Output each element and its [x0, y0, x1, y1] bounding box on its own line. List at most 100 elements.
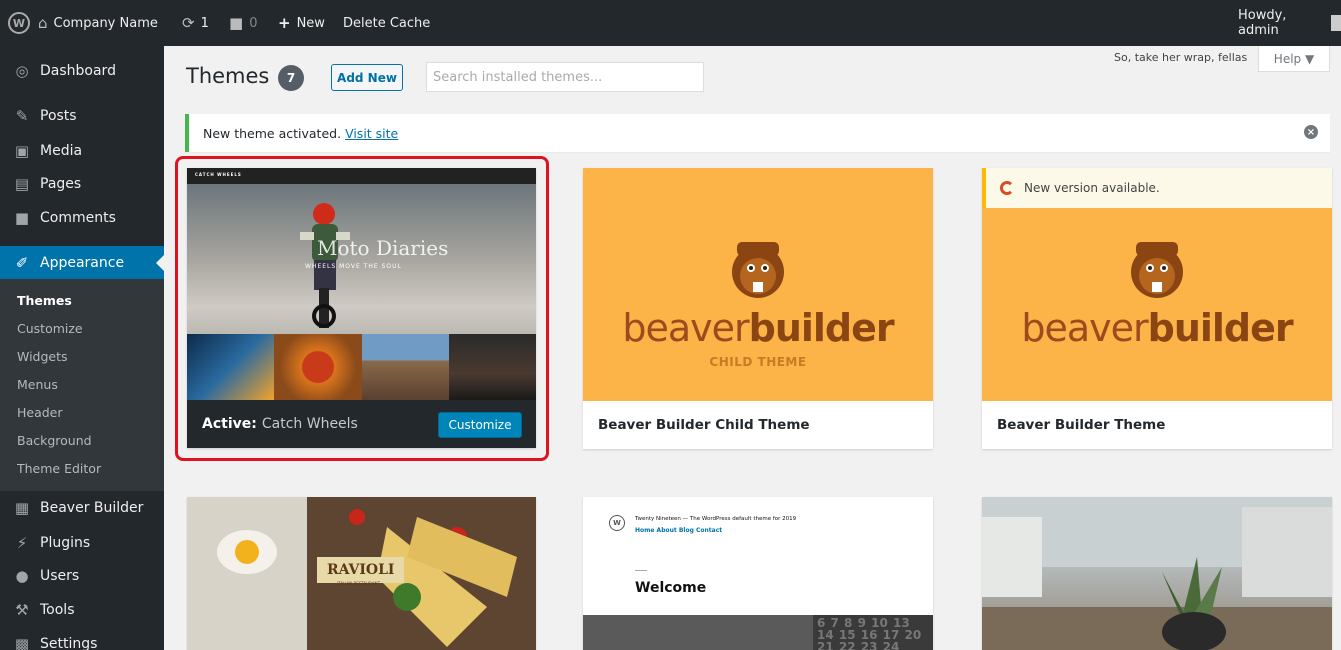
media-icon: ▣ — [14, 142, 30, 160]
add-new-button[interactable]: Add New — [331, 64, 403, 91]
new-label: New — [296, 15, 325, 31]
wordmark-bold: builder — [1147, 306, 1294, 350]
wordmark-light: beaver — [1021, 306, 1148, 350]
update-notice-text: New version available. — [1024, 181, 1160, 195]
theme-card-ravioli[interactable]: RAVIOLI ITALIAN RESTAURANT — [187, 497, 536, 650]
wordmark-light: beaver — [622, 306, 749, 350]
plus-icon: + — [278, 14, 291, 32]
sidebar-item-dashboard[interactable]: ◎ Dashboard — [0, 54, 164, 88]
site-nav: Home About Blog Contact — [635, 527, 723, 534]
sidebar-item-appearance[interactable]: ✐ Appearance — [0, 246, 164, 280]
update-notice[interactable]: New version available. — [982, 168, 1332, 208]
submenu-theme-editor[interactable]: Theme Editor — [17, 461, 101, 476]
wrench-icon: ⚒ — [15, 601, 29, 619]
customize-button[interactable]: Customize — [438, 412, 522, 438]
theme-name: Beaver Builder Theme — [982, 401, 1332, 449]
new-content-link[interactable]: + New — [278, 0, 325, 46]
sidebar-item-plugins[interactable]: ⚡ Plugins — [0, 526, 164, 560]
sidebar-item-label: Plugins — [40, 535, 91, 551]
ravioli-subtitle: ITALIAN RESTAURANT — [337, 581, 380, 586]
beaver-builder-wordmark: beaverbuilder — [982, 306, 1332, 350]
my-account-link[interactable]: Howdy, admin — [1238, 0, 1341, 46]
sidebar-item-label: Comments — [40, 210, 116, 226]
search-themes-input[interactable] — [426, 62, 704, 92]
submenu-background[interactable]: Background — [17, 433, 92, 448]
user-icon: ● — [15, 567, 29, 585]
update-icon — [1000, 181, 1014, 195]
sidebar-item-label: Dashboard — [40, 63, 116, 79]
dashboard-icon: ◎ — [15, 62, 29, 80]
admin-bar: W ⌂ Company Name ⟳ 1 ■ 0 + New Delete Ca… — [0, 0, 1341, 46]
sidebar-item-comments[interactable]: ■ Comments — [0, 201, 164, 235]
dismiss-icon[interactable]: × — [1304, 125, 1318, 139]
sidebar-item-label: Users — [40, 568, 80, 584]
theme-name: Beaver Builder Child Theme — [583, 401, 933, 449]
theme-card-catch-wheels[interactable]: CATCH WHEELS Moto Diaries WHEELS MOVE TH… — [187, 168, 536, 448]
plug-icon: ⚡ — [16, 534, 28, 552]
comments-count: 0 — [249, 15, 258, 31]
child-theme-label: CHILD THEME — [709, 355, 807, 369]
sidebar-item-label: Beaver Builder — [40, 500, 144, 516]
pages-icon: ▤ — [14, 175, 30, 193]
comment-icon: ■ — [14, 209, 30, 227]
screenshot-tagline: WHEELS MOVE THE SOUL — [305, 263, 402, 270]
sidebar-item-label: Posts — [40, 108, 77, 124]
sidebar-item-label: Tools — [40, 602, 75, 618]
beaver-mascot-icon — [1131, 242, 1183, 298]
updates-link[interactable]: ⟳ 1 — [182, 0, 209, 46]
beaver-builder-wordmark: beaverbuilder — [583, 306, 933, 350]
active-label: Active: — [202, 416, 257, 432]
theme-card-beaver-builder-child[interactable]: beaverbuilder CHILD THEME Beaver Builder… — [583, 168, 933, 449]
thumbnail-road — [187, 334, 275, 400]
sidebar-item-tools[interactable]: ⚒ Tools — [0, 593, 164, 627]
submenu-widgets[interactable]: Widgets — [17, 349, 68, 364]
appearance-submenu: Themes Customize Widgets Menus Header Ba… — [0, 279, 164, 491]
thumbnail-motorbike — [448, 334, 536, 400]
submenu-menus[interactable]: Menus — [17, 377, 58, 392]
welcome-heading: Welcome — [635, 580, 707, 596]
wordpress-logo-icon[interactable]: W — [8, 12, 30, 34]
delete-cache-label: Delete Cache — [343, 15, 431, 31]
submenu-customize[interactable]: Customize — [17, 321, 83, 336]
wordpress-logo-icon: W — [609, 515, 625, 531]
submenu-header[interactable]: Header — [17, 405, 63, 420]
theme-card-beaver-builder[interactable]: New version available. beaverbuilder Bea… — [982, 168, 1332, 449]
settings-icon: ▩ — [14, 635, 30, 650]
thumbnail-helmet — [274, 334, 362, 400]
hello-dolly-tagline: So, take her wrap, fellas — [1114, 51, 1248, 64]
plant-photo-image — [982, 497, 1332, 650]
updates-count: 1 — [200, 15, 209, 31]
sidebar-item-posts[interactable]: ✎ Posts — [0, 99, 164, 133]
theme-activated-notice: New theme activated. Visit site × — [185, 114, 1330, 152]
active-theme-name: Catch Wheels — [261, 416, 358, 432]
theme-count-badge: 7 — [278, 65, 304, 91]
page-title: Themes — [186, 64, 270, 88]
comments-link[interactable]: ■ 0 — [229, 0, 257, 46]
ravioli-title: RAVIOLI — [317, 557, 405, 583]
submenu-themes[interactable]: Themes — [17, 293, 72, 308]
sidebar-item-beaver-builder[interactable]: ▦ Beaver Builder — [0, 491, 164, 525]
help-tab-button[interactable]: Help ▼ — [1258, 46, 1330, 72]
sidebar-item-pages[interactable]: ▤ Pages — [0, 167, 164, 201]
grid-icon: ▦ — [14, 499, 30, 517]
divider — [635, 570, 647, 571]
theme-screenshot: New version available. beaverbuilder — [982, 168, 1332, 401]
calendar-numbers: 6 7 8 9 10 13 14 15 16 17 20 21 22 23 24 — [813, 615, 933, 650]
notice-text: New theme activated. — [203, 125, 342, 141]
sidebar-item-users[interactable]: ● Users — [0, 559, 164, 593]
admin-sidebar: ◎ Dashboard ✎ Posts ▣ Media ▤ Pages ■ Co… — [0, 46, 164, 650]
sidebar-item-label: Media — [40, 143, 83, 159]
updates-icon: ⟳ — [182, 14, 195, 32]
sidebar-item-settings[interactable]: ▩ Settings — [0, 627, 164, 650]
theme-card-twenty-nineteen[interactable]: W Twenty Nineteen — The WordPress defaul… — [583, 497, 933, 650]
delete-cache-link[interactable]: Delete Cache — [343, 0, 430, 46]
visit-site-link[interactable]: Visit site — [345, 126, 398, 141]
site-name-link[interactable]: ⌂ Company Name — [38, 0, 158, 46]
sidebar-item-label: Appearance — [40, 255, 125, 271]
site-name-label: Company Name — [53, 15, 158, 31]
theme-screenshot: beaverbuilder CHILD THEME — [583, 168, 933, 401]
sidebar-item-media[interactable]: ▣ Media — [0, 134, 164, 168]
comment-icon: ■ — [229, 14, 244, 32]
home-icon: ⌂ — [38, 14, 48, 32]
theme-card-plant-photo[interactable] — [982, 497, 1332, 650]
